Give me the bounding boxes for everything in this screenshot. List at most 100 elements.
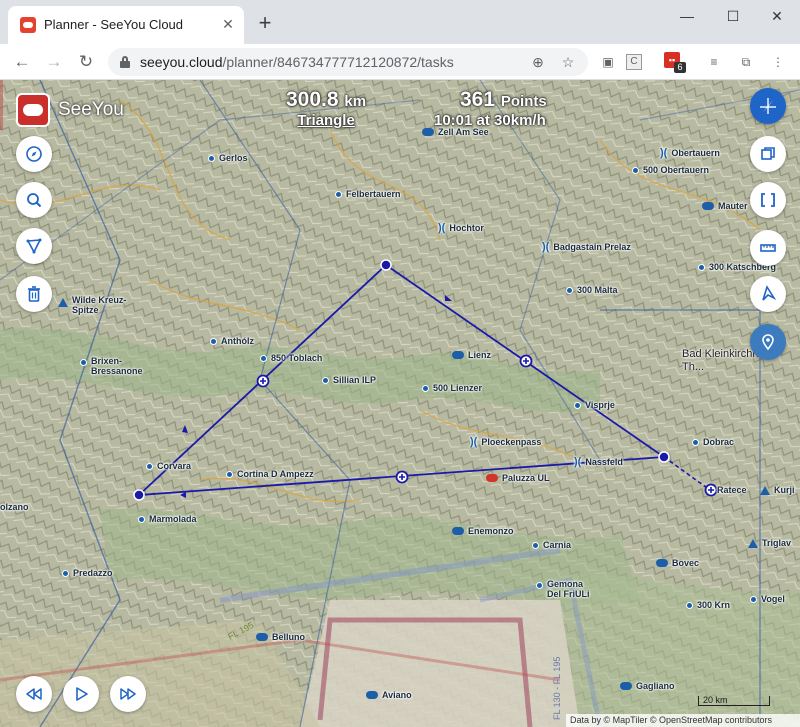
compass-button[interactable] (16, 136, 52, 172)
map-scale-bar: 20 km (698, 696, 770, 706)
airfield-icon (620, 682, 632, 690)
turnpoint-marker[interactable] (380, 259, 392, 271)
place-label[interactable]: Lienz (452, 350, 491, 360)
town-dot-icon (692, 438, 699, 446)
place-label[interactable]: Bovec (656, 558, 699, 568)
rewind-button[interactable] (16, 676, 52, 712)
bookmark-star-icon[interactable]: ☆ (558, 52, 578, 72)
town-dot-icon (536, 582, 543, 589)
extension-video-icon[interactable]: ▣ (598, 52, 618, 72)
place-label[interactable]: 300 Krn (686, 600, 730, 610)
place-label[interactable]: Paluzza UL (486, 473, 550, 483)
browser-tab[interactable]: Planner - SeeYou Cloud ✕ (8, 6, 244, 44)
forward-button[interactable]: → (40, 48, 68, 76)
task-score[interactable]: 361 Points 10:01 at 30km/h (434, 88, 547, 129)
delete-task-button[interactable] (16, 276, 52, 312)
new-tab-button[interactable]: + (252, 10, 278, 36)
town-dot-icon (750, 595, 757, 603)
browser-menu-icon[interactable]: ⋮ (768, 52, 788, 72)
close-tab-icon[interactable]: ✕ (218, 14, 238, 34)
close-window-button[interactable]: ✕ (754, 4, 800, 28)
place-label[interactable]: 850 Toblach (260, 353, 322, 363)
place-label[interactable]: 500 Obertauern (632, 165, 709, 175)
task-distance[interactable]: 300.8 km Triangle (286, 88, 366, 129)
place-label[interactable]: Kurji (760, 485, 795, 495)
town-dot-icon (138, 515, 145, 523)
place-label[interactable]: Wilde Kreuz- Spitze (58, 295, 126, 315)
place-label[interactable]: 500 Lienzer (422, 383, 482, 393)
place-label[interactable]: Cortina D Ampezz (226, 469, 314, 479)
airfield-icon (256, 633, 268, 641)
reload-button[interactable]: ↻ (72, 48, 100, 76)
extensions-puzzle-icon[interactable]: ⧉ (736, 52, 756, 72)
minimize-window-button[interactable]: — (664, 4, 710, 28)
place-label[interactable]: Anthólz (210, 336, 254, 346)
turnpoint-marker[interactable] (658, 451, 670, 463)
pass-icon: )( (470, 436, 478, 448)
flight-path-button[interactable] (750, 276, 786, 312)
seeyou-favicon-icon (20, 17, 36, 33)
back-button[interactable]: ← (8, 48, 36, 76)
place-label[interactable]: Brixen- Bressanone (80, 356, 143, 376)
place-label[interactable]: Felbertauern (335, 189, 401, 199)
extension-c-icon[interactable]: C (626, 54, 642, 70)
place-label[interactable]: Mauter (702, 201, 748, 211)
play-button[interactable] (63, 676, 99, 712)
place-label[interactable]: Ratece (717, 485, 747, 495)
map-attribution[interactable]: Data by © MapTiler © OpenStreetMap contr… (566, 714, 800, 727)
task-type[interactable]: Triangle (286, 112, 366, 129)
place-label[interactable]: )(Badgastain Prelaz (542, 241, 631, 253)
install-app-icon[interactable]: ⊕ (528, 52, 548, 72)
place-label[interactable]: Visprje (574, 400, 615, 410)
place-label[interactable]: Gagliano (620, 681, 675, 691)
town-dot-icon (226, 470, 233, 478)
place-label[interactable]: )(Hochtor (438, 222, 484, 234)
pass-icon: )( (660, 147, 668, 159)
place-label[interactable]: Belluno (256, 632, 305, 642)
place-label[interactable]: )(Ploeckenpass (470, 436, 541, 448)
place-label[interactable]: )(Nassfeld (574, 456, 623, 468)
place-label[interactable]: Enemonzo (452, 526, 514, 536)
play-icon (76, 687, 88, 701)
place-label[interactable]: Marmolada (138, 514, 197, 524)
place-label[interactable]: Corvara (146, 461, 191, 471)
maximize-window-button[interactable]: ☐ (710, 4, 756, 28)
measure-button[interactable] (750, 230, 786, 266)
lock-icon[interactable] (120, 56, 130, 68)
place-label[interactable]: Gemona Del FriULi (536, 579, 590, 599)
map-layers-button[interactable] (750, 136, 786, 172)
fast-forward-icon (120, 688, 136, 700)
place-label[interactable]: Triglav (748, 538, 791, 548)
place-label[interactable]: Vogel (750, 594, 785, 604)
browser-tab-strip: Planner - SeeYou Cloud ✕ + — ☐ ✕ (0, 0, 800, 44)
media-control-icon[interactable]: ≡ (704, 52, 724, 72)
seeyou-brand[interactable]: SeeYou (16, 93, 124, 127)
place-label[interactable]: Gerlos (208, 153, 248, 163)
address-bar[interactable]: seeyou.cloud/planner/846734777712120872/… (108, 48, 588, 76)
place-label[interactable]: Sillian ILP (322, 375, 376, 385)
town-dot-icon (208, 154, 215, 162)
place-label[interactable]: Predazzo (62, 568, 113, 578)
town-dot-icon (422, 384, 429, 392)
airfield-icon (452, 351, 464, 359)
task-tool-button[interactable] (16, 228, 52, 264)
my-location-button[interactable] (750, 324, 786, 360)
peak-icon (748, 538, 758, 548)
map-canvas[interactable]: FL 195 FL 130 - FL 195 Gerlos Felbertaue… (0, 80, 800, 727)
search-button[interactable] (16, 182, 52, 218)
place-label[interactable]: Aviano (366, 690, 412, 700)
town-dot-icon (698, 263, 705, 271)
place-label[interactable]: 300 Malta (566, 285, 618, 295)
task-triangle-icon (26, 238, 42, 254)
turnpoint-marker[interactable] (133, 489, 145, 501)
place-label[interactable]: Dobrac (692, 437, 734, 447)
extension-calendar-icon[interactable]: ▪▪ 6 (664, 52, 686, 73)
place-label[interactable]: Carnia (532, 540, 571, 550)
place-label[interactable]: olzano (0, 502, 29, 512)
rewind-icon (26, 688, 42, 700)
map-orientation-button[interactable] (750, 88, 786, 124)
fast-forward-button[interactable] (110, 676, 146, 712)
place-label[interactable]: )(Obertauern (660, 147, 720, 159)
fullscreen-button[interactable] (750, 182, 786, 218)
fullscreen-icon (761, 193, 775, 207)
